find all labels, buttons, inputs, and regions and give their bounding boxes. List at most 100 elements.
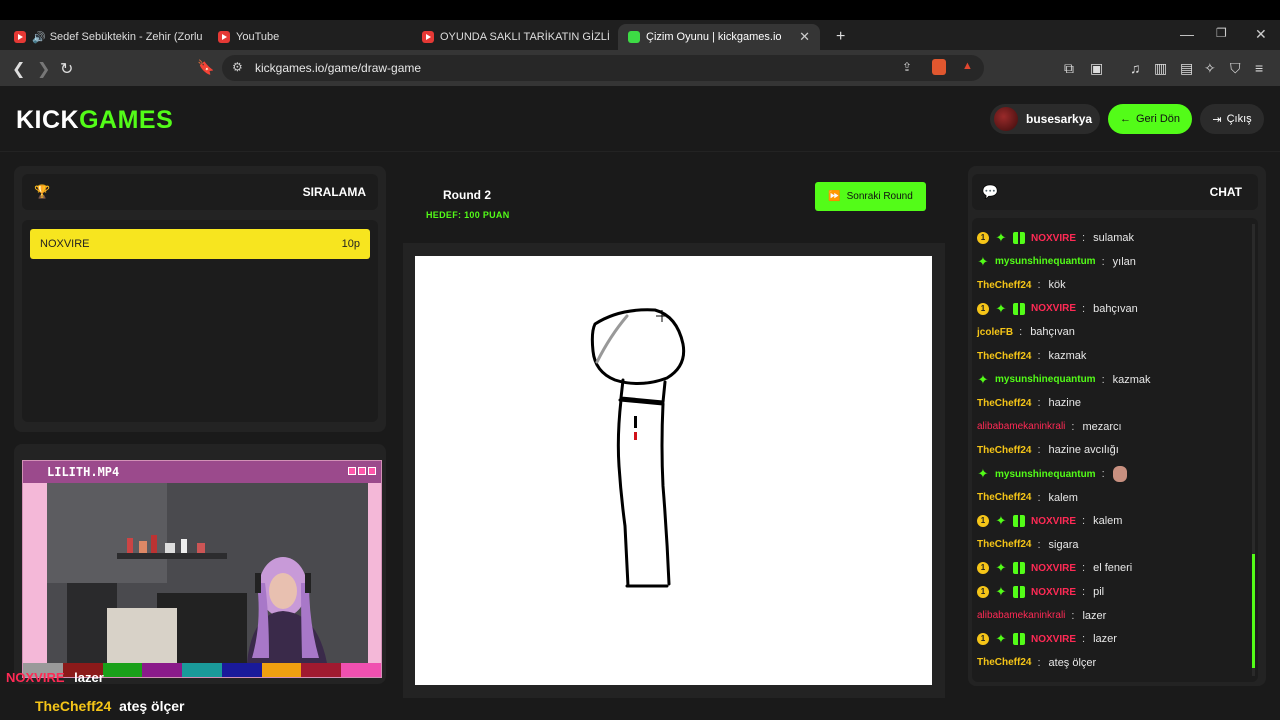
exit-button[interactable]: ⇥ Çıkış xyxy=(1200,104,1264,134)
chat-message: jcoleFB: bahçıvan xyxy=(977,322,1075,342)
chat-text: pil xyxy=(1093,586,1105,598)
chat-username[interactable]: NOXVIRE xyxy=(1031,587,1076,598)
tab-strip: 🔊 Sedef Sebüktekin - Zehir (Zorlu P YouT… xyxy=(0,20,1280,50)
chat-text: bahçıvan xyxy=(1093,302,1138,315)
chat-title: CHAT xyxy=(1209,185,1242,199)
back-icon[interactable]: ❮ xyxy=(12,59,25,79)
music-icon[interactable]: ♫ xyxy=(1130,60,1141,76)
stream-chat-user: NOXVIRE xyxy=(6,670,65,685)
chat-username[interactable]: NOXVIRE xyxy=(1031,303,1076,314)
share-icon[interactable]: ⇪ xyxy=(902,60,912,74)
top-bar xyxy=(0,0,1280,20)
chat-username[interactable]: TheCheff24 xyxy=(977,351,1031,362)
chat-text: lazer xyxy=(1082,609,1107,622)
leo-icon[interactable]: ✧ xyxy=(1204,60,1216,77)
avatar xyxy=(994,107,1018,131)
chat-text: kalem xyxy=(1093,515,1123,528)
chat-username[interactable]: TheCheff24 xyxy=(977,280,1031,291)
webcam-title: LILITH.MP4 xyxy=(23,461,381,483)
chat-message: TheCheff24: kalem xyxy=(977,488,1078,508)
chat-username[interactable]: NOXVIRE xyxy=(1031,516,1076,527)
bookmark-icon[interactable]: 🔖 xyxy=(197,59,214,76)
chat-separator: : xyxy=(1037,538,1041,551)
chat-separator: : xyxy=(1037,491,1041,504)
tab-oyunda[interactable]: OYUNDA SAKLI TARİKATIN GİZLİ SIR xyxy=(412,24,612,50)
chat-username[interactable]: alibabamekaninkrali xyxy=(977,421,1065,432)
restore-icon[interactable]: ❐ xyxy=(1216,26,1227,40)
screenshot-icon[interactable]: ▣ xyxy=(1090,60,1103,77)
gift-badge-icon xyxy=(1013,633,1025,646)
chat-text: sigara xyxy=(1048,538,1079,551)
chat-separator: : xyxy=(1101,255,1105,268)
drawing-canvas[interactable] xyxy=(415,256,932,685)
menu-icon[interactable]: ≡ xyxy=(1255,60,1263,76)
chat-username[interactable]: mysunshinequantum xyxy=(995,256,1096,267)
chat-separator: : xyxy=(1037,656,1041,669)
star-badge-icon: ✦ xyxy=(995,513,1007,529)
chat-message: 1 ✦ NOXVIRE: bahçıvan xyxy=(977,299,1138,319)
chat-username[interactable]: TheCheff24 xyxy=(977,657,1031,668)
youtube-icon xyxy=(14,31,26,43)
chat-username[interactable]: NOXVIRE xyxy=(1031,233,1076,244)
chat-username[interactable]: NOXVIRE xyxy=(1031,634,1076,645)
stream-chat-line: NOXVIRE lazer xyxy=(6,670,104,685)
address-field[interactable]: ⚙ kickgames.io/game/draw-game ⇪ ▲ xyxy=(222,55,984,81)
chat-message: ✦ mysunshinequantum: yılan xyxy=(977,252,1136,272)
arrow-left-icon: ← xyxy=(1119,113,1131,125)
chat-username[interactable]: mysunshinequantum xyxy=(995,374,1096,385)
tab-kickgames[interactable]: Çizim Oyunu | kickgames.io ✕ xyxy=(618,24,820,50)
next-round-button[interactable]: ⏩ Sonraki Round xyxy=(815,182,926,211)
chat-username[interactable]: alibabamekaninkrali xyxy=(977,610,1065,621)
tab-sedef[interactable]: 🔊 Sedef Sebüktekin - Zehir (Zorlu P xyxy=(4,24,204,50)
webcam-scene xyxy=(47,483,368,663)
username: busesarkya xyxy=(1026,112,1093,126)
chat-username[interactable]: mysunshinequantum xyxy=(995,469,1096,480)
forward-icon[interactable]: ❯ xyxy=(37,59,50,79)
chat-message: alibabamekaninkrali: mezarcı xyxy=(977,417,1122,437)
webcam-window-buttons xyxy=(348,467,376,475)
tab-label: Sedef Sebüktekin - Zehir (Zorlu P xyxy=(49,31,204,43)
minimize-icon[interactable]: — xyxy=(1180,26,1194,42)
leaderboard-row: NOXVIRE 10p xyxy=(30,229,370,259)
chat-separator: : xyxy=(1082,562,1086,575)
tab-youtube[interactable]: YouTube xyxy=(208,24,408,50)
chat-username[interactable]: jcoleFB xyxy=(977,327,1013,338)
extensions-icon[interactable]: ⧉ xyxy=(1064,60,1074,77)
chat-username[interactable]: TheCheff24 xyxy=(977,398,1031,409)
coin-badge-icon: 1 xyxy=(977,633,989,646)
chat-text: el feneri xyxy=(1093,562,1133,575)
site-info-icon[interactable]: ⚙ xyxy=(232,60,243,74)
chat-separator: : xyxy=(1082,586,1086,598)
close-window-icon[interactable]: ✕ xyxy=(1255,26,1267,43)
user-profile[interactable]: busesarkya xyxy=(990,104,1100,134)
chat-separator: : xyxy=(1037,279,1041,292)
chat-username[interactable]: TheCheff24 xyxy=(977,492,1031,503)
wallet-icon[interactable]: ▤ xyxy=(1180,60,1193,77)
chat-text: kazmak xyxy=(1048,350,1087,362)
star-badge-icon: ✦ xyxy=(977,466,989,481)
kickgames-logo[interactable]: KICKGAMES xyxy=(16,106,173,135)
chat-username[interactable]: TheCheff24 xyxy=(977,445,1031,456)
back-button[interactable]: ← Geri Dön xyxy=(1108,104,1192,134)
stream-chat-line: TheCheff24 ateş ölçer xyxy=(35,698,185,714)
chat-separator: : xyxy=(1019,326,1023,339)
reload-icon[interactable]: ↻ xyxy=(60,59,73,79)
chat-text: hazine avcılığı xyxy=(1048,444,1119,457)
chat-text: kök xyxy=(1048,279,1066,292)
brave-rewards-icon[interactable]: ▲ xyxy=(962,60,973,72)
vpn-icon[interactable]: ⛉ xyxy=(1230,60,1241,77)
coin-badge-icon: 1 xyxy=(977,302,989,315)
webcam-video xyxy=(47,483,368,663)
new-tab-icon[interactable]: + xyxy=(826,24,850,50)
chat-messages[interactable]: 1 ✦ NOXVIRE: sulamak ✦ mysunshinequantum: yıla… xyxy=(972,218,1258,682)
gift-badge-icon xyxy=(1013,232,1025,244)
brave-shield-icon[interactable] xyxy=(932,59,946,75)
speaker-icon: 🔊 xyxy=(32,31,46,44)
chat-username[interactable]: NOXVIRE xyxy=(1031,563,1076,574)
chat-username[interactable]: TheCheff24 xyxy=(977,539,1031,550)
chat-scrollbar-thumb[interactable] xyxy=(1252,554,1255,668)
sidebar-icon[interactable]: ▥ xyxy=(1154,60,1167,77)
chat-text: kazmak xyxy=(1112,373,1151,386)
tab-label: YouTube xyxy=(236,31,280,43)
close-tab-icon[interactable]: ✕ xyxy=(799,29,810,45)
